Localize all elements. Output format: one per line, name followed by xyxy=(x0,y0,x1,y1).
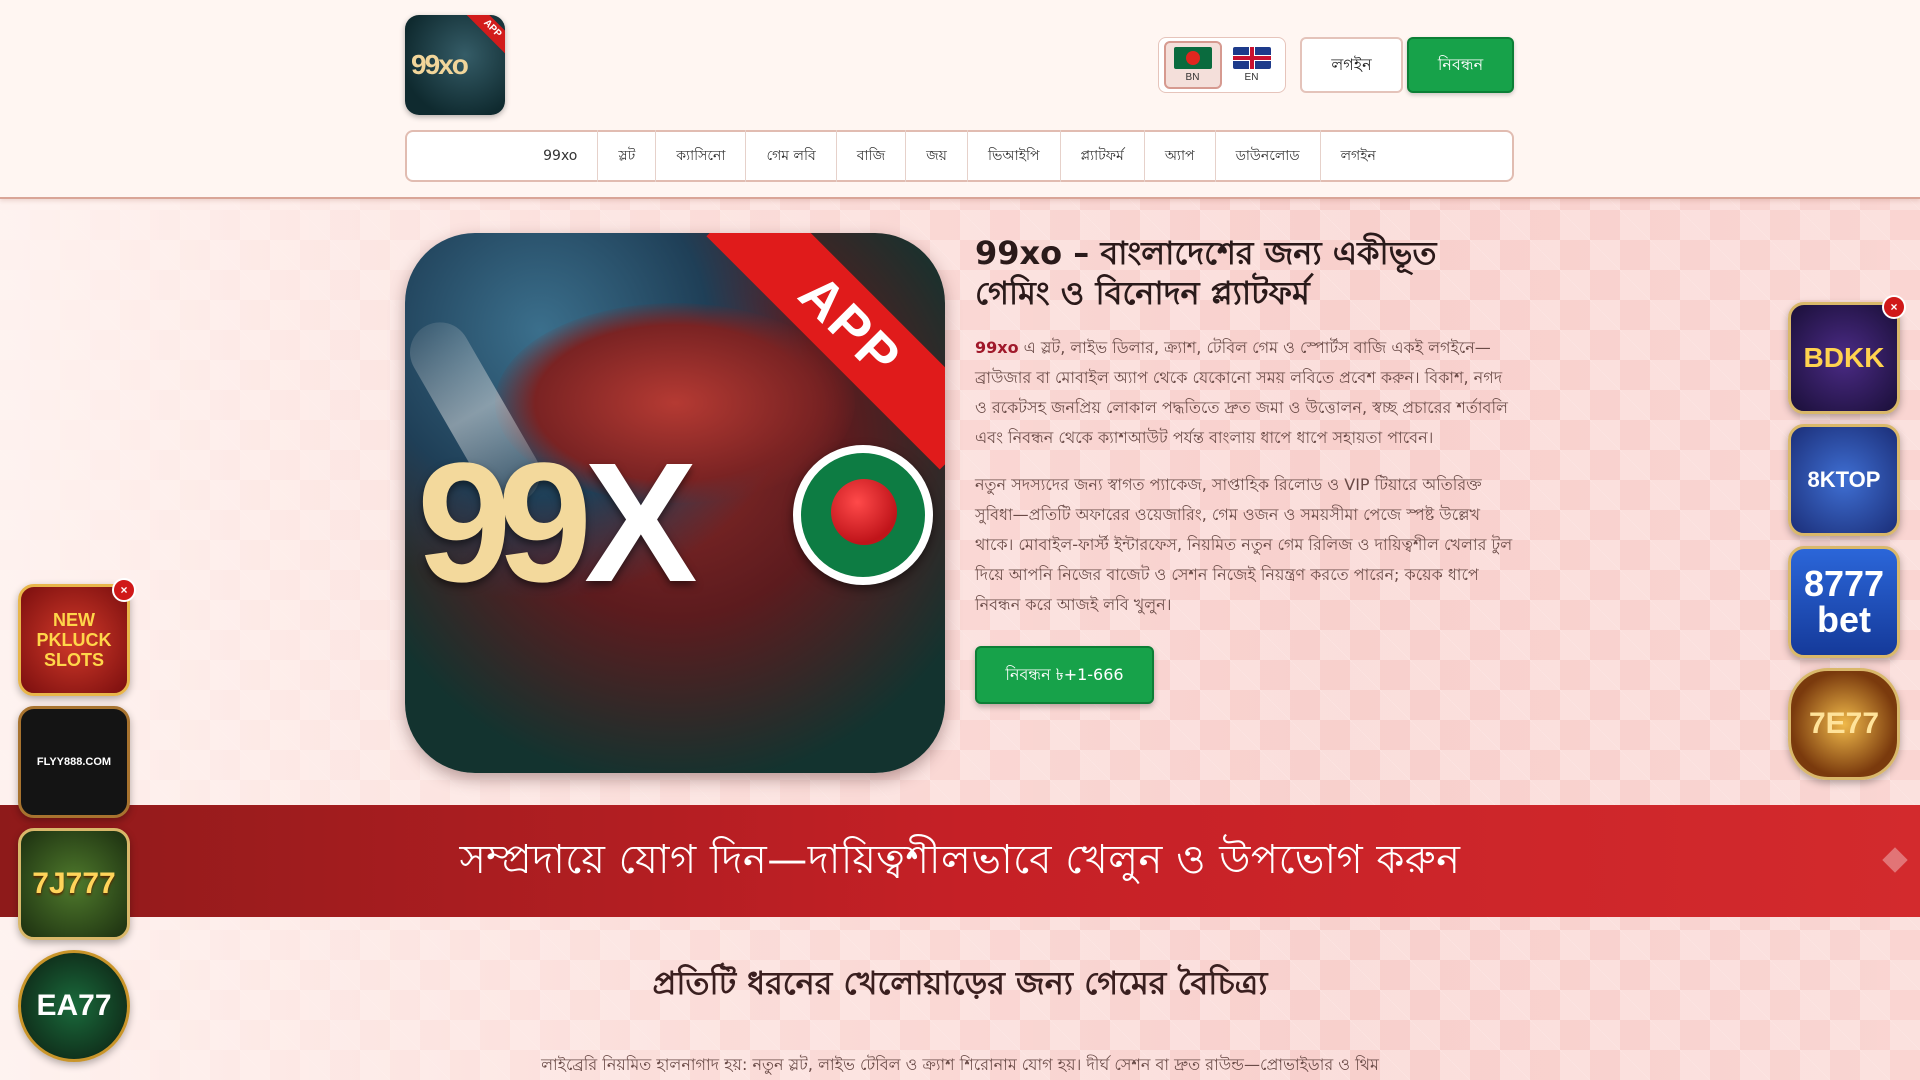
nav-item-app[interactable]: অ্যাপ xyxy=(1145,130,1216,182)
side-ad-new-pkluck[interactable]: NEW PKLUCK SLOTS xyxy=(18,584,130,696)
hero-paragraph-2: নতুন সদস্যদের জন্য স্বাগত প্যাকেজ, সাপ্ত… xyxy=(975,475,1513,614)
hero-flag-ball-icon xyxy=(793,445,933,585)
site-header: APP 99xo BN EN লগইন নিবন্ধন 99xo স্লট ক্… xyxy=(0,0,1920,199)
side-ad-8777bet[interactable]: 8777 bet xyxy=(1788,546,1900,658)
site-logo[interactable]: APP 99xo xyxy=(405,15,505,115)
hero-app-image: APP 99X xyxy=(405,233,945,773)
hero-brand-highlight: 99xo xyxy=(975,338,1019,357)
login-button[interactable]: লগইন xyxy=(1300,37,1403,93)
close-ad-icon[interactable]: × xyxy=(1882,295,1906,319)
language-bn-button[interactable]: BN xyxy=(1163,41,1222,89)
nav-item-win[interactable]: জয় xyxy=(906,130,968,182)
language-en-button[interactable]: EN xyxy=(1223,41,1281,89)
logo-text: 99xo xyxy=(411,49,469,80)
bangladesh-flag-icon xyxy=(1173,47,1212,69)
nav-item-login[interactable]: লগইন xyxy=(1321,130,1396,182)
community-banner: সম্প্রদায়ে যোগ দিন—দায়িত্বশীলভাবে খেলু… xyxy=(0,805,1920,917)
close-ad-icon[interactable]: × xyxy=(112,578,136,602)
side-ad-7j777[interactable]: 7J777 xyxy=(18,828,130,940)
side-ad-flyy888[interactable]: FLYY888.COM xyxy=(18,706,130,818)
main-nav: 99xo স্লট ক্যাসিনো গেম লবি বাজি জয় ভিআই… xyxy=(405,130,1514,182)
diamond-icon xyxy=(1882,847,1908,873)
logo-mark: 99xo xyxy=(411,49,503,85)
nav-item-platform[interactable]: প্ল্যাটফর্ম xyxy=(1061,130,1145,182)
side-ad-7e77[interactable]: 7E77 xyxy=(1788,668,1900,780)
hero-paragraph-1-text: এ স্লট, লাইভ ডিলার, ক্র্যাশ, টেবিল গেম ও… xyxy=(975,338,1508,447)
side-ad-bdkk[interactable]: BDKK xyxy=(1788,302,1900,414)
hero-register-button[interactable]: নিবন্ধন ৳+1-666 xyxy=(975,646,1154,704)
banner-text: সম্প্রদায়ে যোগ দিন—দায়িত্বশীলভাবে খেলু… xyxy=(459,836,1461,883)
hero-paragraph-1: 99xo এ স্লট, লাইভ ডিলার, ক্র্যাশ, টেবিল … xyxy=(975,333,1515,453)
side-ad-ea77[interactable]: EA77 xyxy=(18,950,130,1062)
language-en-label: EN xyxy=(1244,72,1259,83)
nav-item-game-lobby[interactable]: গেম লবি xyxy=(746,130,837,182)
nav-item-casino[interactable]: ক্যাসিনো xyxy=(656,130,747,182)
nav-item-download[interactable]: ডাউনলোড xyxy=(1216,130,1321,182)
nav-item-betting[interactable]: বাজি xyxy=(837,130,907,182)
language-switcher: BN EN xyxy=(1158,37,1286,93)
section-paragraph: লাইব্রেরি নিয়মিত হালনাগাদ হয়: নতুন স্ল… xyxy=(541,1055,1379,1074)
uk-flag-icon xyxy=(1232,47,1271,69)
side-ad-8ktop[interactable]: 8KTOP xyxy=(1788,424,1900,536)
nav-item-slots[interactable]: স্লট xyxy=(598,130,657,182)
hero-title: 99xo – বাংলাদেশের জন্য একীভূত গেমিং ও বি… xyxy=(975,234,1437,312)
section-title: প্রতিটি ধরনের খেলোয়াড়ের জন্য গেমের বৈচ… xyxy=(652,964,1268,1002)
register-button[interactable]: নিবন্ধন xyxy=(1407,37,1514,93)
language-bn-label: BN xyxy=(1185,72,1200,83)
nav-item-vip[interactable]: ভিআইপি xyxy=(968,130,1061,182)
nav-item-home[interactable]: 99xo xyxy=(523,130,599,182)
